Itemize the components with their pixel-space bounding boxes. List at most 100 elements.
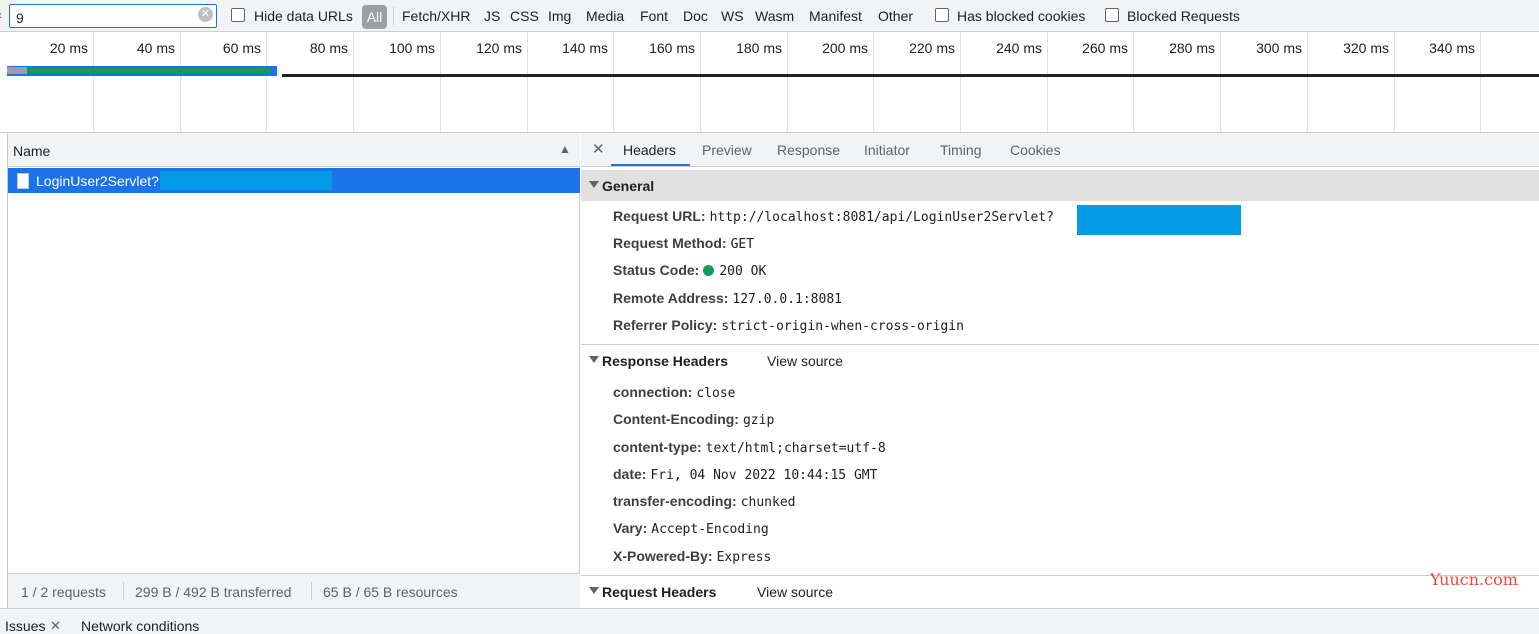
- remote-address-row: Remote Address: 127.0.0.1:8081: [613, 290, 842, 307]
- header-row: Content-Encoding: gzip: [613, 411, 774, 428]
- timeline-gridline: [1133, 32, 1134, 132]
- triangle-down-icon: [589, 181, 599, 188]
- timeline-tick-label: 240 ms: [996, 40, 1042, 56]
- timeline-tick-label: 20 ms: [49, 40, 88, 56]
- header-value: gzip: [742, 413, 775, 428]
- request-bar-download: [27, 68, 270, 73]
- view-source-link[interactable]: View source: [757, 584, 833, 600]
- referrer-policy-value: strict-origin-when-cross-origin: [721, 319, 964, 334]
- close-icon[interactable]: ✕: [592, 140, 605, 158]
- sort-ascending-icon[interactable]: ▲: [559, 142, 571, 156]
- header-row: X-Powered-By: Express: [613, 548, 771, 565]
- request-method-value: GET: [730, 237, 755, 252]
- remote-address-value: 127.0.0.1:8081: [732, 292, 842, 307]
- filter-img[interactable]: Img: [548, 8, 571, 24]
- close-issues-icon[interactable]: ✕: [50, 618, 61, 634]
- timeline-gridline: [527, 32, 528, 132]
- header-value: Fri, 04 Nov 2022 10:44:15 GMT: [650, 468, 878, 483]
- timeline-tick-label: 100 ms: [389, 40, 435, 56]
- table-row[interactable]: LoginUser2Servlet?: [8, 168, 580, 193]
- remote-address-key: Remote Address:: [613, 290, 729, 306]
- header-key: X-Powered-By:: [613, 548, 713, 564]
- timeline-gridline: [93, 32, 94, 132]
- tab-headers[interactable]: Headers: [623, 142, 676, 158]
- tab-cookies[interactable]: Cookies: [1010, 142, 1061, 158]
- header-key: connection:: [613, 384, 693, 400]
- transferred-size: 299 B / 492 B transferred: [135, 584, 292, 600]
- timeline-gridline: [960, 32, 961, 132]
- filter-font[interactable]: Font: [640, 8, 668, 24]
- requests-count: 1 / 2 requests: [21, 584, 106, 600]
- tab-initiator[interactable]: Initiator: [864, 142, 910, 158]
- header-key: Content-Encoding:: [613, 411, 739, 427]
- status-divider: [123, 582, 124, 600]
- filter-ws[interactable]: WS: [721, 8, 744, 24]
- referrer-policy-key: Referrer Policy:: [613, 317, 718, 333]
- general-section-header[interactable]: General: [581, 170, 1539, 201]
- header-row: Vary: Accept-Encoding: [613, 520, 769, 537]
- filter-manifest[interactable]: Manifest: [809, 8, 862, 24]
- tab-timing[interactable]: Timing: [940, 142, 982, 158]
- has-blocked-cookies-checkbox[interactable]: [935, 8, 949, 22]
- timeline-gridline: [1394, 32, 1395, 132]
- tab-issues[interactable]: Issues: [5, 618, 45, 634]
- tab-preview[interactable]: Preview: [702, 142, 752, 158]
- status-ok-icon: [703, 265, 715, 276]
- header-key: Vary:: [613, 520, 648, 536]
- timeline-overview[interactable]: 20 ms 40 ms 60 ms 80 ms 100 ms 120 ms 140 ms 16…: [0, 32, 1539, 133]
- timeline-gridline: [266, 32, 267, 132]
- status-divider: [311, 582, 312, 600]
- filter-css[interactable]: CSS: [510, 8, 539, 24]
- request-headers-title: Request Headers: [602, 584, 717, 600]
- timeline-gridline: [180, 32, 181, 132]
- header-row: date: Fri, 04 Nov 2022 10:44:15 GMT: [613, 466, 877, 483]
- status-code-key: Status Code:: [613, 262, 700, 278]
- redaction-block: [160, 171, 332, 190]
- drawer-tabs: Issues ✕ Network conditions: [0, 608, 1539, 634]
- timeline-tick-label: 280 ms: [1169, 40, 1215, 56]
- header-row: transfer-encoding: chunked: [613, 493, 795, 510]
- header-value: chunked: [740, 495, 796, 510]
- has-blocked-cookies-label: Has blocked cookies: [957, 8, 1086, 24]
- request-method-key: Request Method:: [613, 235, 727, 251]
- blocked-requests-checkbox[interactable]: [1105, 8, 1119, 22]
- redaction-block: [1077, 205, 1241, 235]
- request-bar-waiting: [7, 67, 27, 74]
- hide-data-urls-checkbox[interactable]: [231, 8, 245, 22]
- column-header-name[interactable]: Name ▲: [8, 133, 580, 167]
- view-source-link[interactable]: View source: [767, 353, 843, 369]
- timeline-range-bar: [282, 74, 1539, 77]
- header-row: connection: close: [613, 384, 735, 401]
- response-headers-section-header[interactable]: Response Headers View source: [581, 345, 1539, 375]
- header-key: transfer-encoding:: [613, 493, 737, 509]
- resources-size: 65 B / 65 B resources: [323, 584, 458, 600]
- document-icon: [17, 173, 29, 189]
- tab-network-conditions[interactable]: Network conditions: [81, 618, 199, 634]
- timeline-gridline: [873, 32, 874, 132]
- chevron-left-icon[interactable]: ‹: [0, 8, 4, 22]
- filter-input[interactable]: [9, 4, 217, 28]
- tab-response[interactable]: Response: [777, 142, 840, 158]
- general-title: General: [602, 178, 655, 194]
- header-value: Express: [716, 550, 772, 565]
- clear-icon[interactable]: ✕: [198, 7, 213, 22]
- filter-doc[interactable]: Doc: [683, 8, 708, 24]
- header-value: close: [696, 386, 736, 401]
- filter-other[interactable]: Other: [878, 8, 913, 24]
- header-key: date:: [613, 466, 647, 482]
- blocked-requests-label: Blocked Requests: [1127, 8, 1240, 24]
- triangle-down-icon: [589, 587, 599, 594]
- header-value: text/html;charset=utf-8: [705, 441, 886, 456]
- filter-js[interactable]: JS: [484, 8, 500, 24]
- request-headers-section-header[interactable]: Request Headers View source: [581, 576, 1539, 608]
- active-tab-indicator: [611, 164, 690, 166]
- filter-media[interactable]: Media: [586, 8, 624, 24]
- timeline-gridline: [1307, 32, 1308, 132]
- timeline-tick-label: 60 ms: [222, 40, 261, 56]
- filter-fetch-xhr[interactable]: Fetch/XHR: [402, 8, 470, 24]
- filter-all-button[interactable]: All: [362, 5, 387, 29]
- timeline-tick-label: 340 ms: [1429, 40, 1475, 56]
- filter-wasm[interactable]: Wasm: [755, 8, 794, 24]
- timeline-gridline: [613, 32, 614, 132]
- timeline-gridline: [440, 32, 441, 132]
